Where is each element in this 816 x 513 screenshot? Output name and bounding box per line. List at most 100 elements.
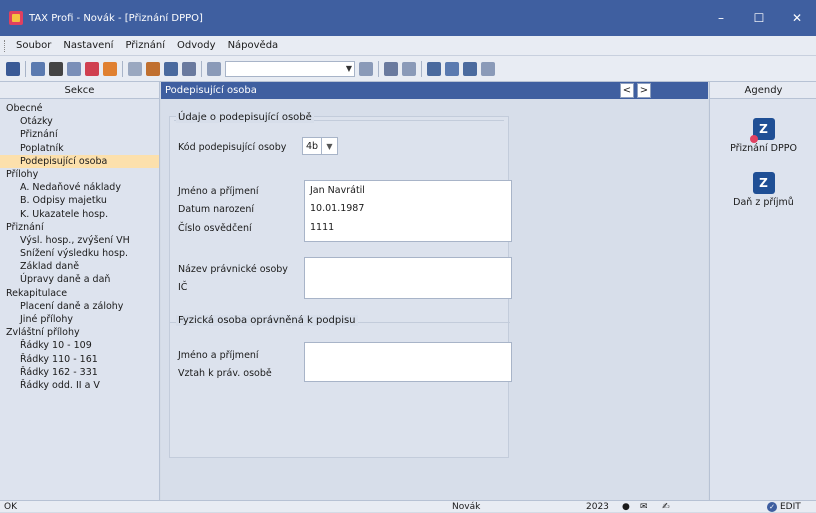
- clipboard-icon[interactable]: [207, 61, 221, 76]
- menu-odvody[interactable]: Odvody: [171, 40, 222, 51]
- mail-icon: ✉: [640, 502, 648, 512]
- form-panel: Podepisující osoba < > Údaje o podepisuj…: [161, 82, 708, 500]
- agendy-header: Agendy: [710, 82, 816, 99]
- agenda-label: Přiznání DPPO: [730, 143, 797, 154]
- window-icon[interactable]: [463, 61, 477, 76]
- status-text: OK: [4, 502, 17, 512]
- menu-grip: [4, 39, 7, 52]
- menu-nastaveni[interactable]: Nastavení: [57, 40, 119, 51]
- agenda-label: Daň z příjmů: [733, 197, 794, 208]
- sekce-item[interactable]: Řádky 10 - 109: [0, 339, 159, 352]
- help-icon[interactable]: [481, 61, 495, 76]
- sekce-item[interactable]: Výsl. hosp., zvýšení VH: [0, 234, 159, 247]
- copy-icon[interactable]: [128, 61, 142, 76]
- sekce-header: Sekce: [0, 82, 159, 99]
- menu-napoveda[interactable]: Nápověda: [222, 40, 285, 51]
- edit-icon[interactable]: [146, 61, 160, 76]
- minimize-button[interactable]: –: [702, 0, 740, 36]
- group-title-fyzicka: Fyzická osoba oprávněná k podpisu: [176, 315, 358, 326]
- preview-icon[interactable]: [67, 61, 81, 76]
- print-icon[interactable]: [49, 61, 63, 76]
- open-icon[interactable]: [31, 61, 45, 76]
- chart-icon[interactable]: [445, 61, 459, 76]
- agenda-dan-z-prijmu[interactable]: Z Daň z příjmů: [710, 172, 816, 208]
- datum-field[interactable]: 10.01.1987: [310, 203, 364, 214]
- jmeno2-label: Jméno a příjmení: [178, 350, 259, 361]
- status-year: 2023: [586, 502, 609, 512]
- kod-value: 4b: [302, 137, 322, 155]
- close-button[interactable]: ✕: [778, 0, 816, 36]
- badge-icon: [749, 135, 758, 143]
- menu-priznani[interactable]: Přiznání: [119, 40, 171, 51]
- cislo-field[interactable]: 1111: [310, 222, 334, 233]
- list-icon[interactable]: [384, 61, 398, 76]
- status-user: Novák: [452, 502, 481, 512]
- sekce-item[interactable]: Přiznání: [0, 128, 159, 141]
- pdf-icon[interactable]: [85, 61, 99, 76]
- prev-button[interactable]: <: [620, 83, 634, 98]
- jmeno-field[interactable]: Jan Navrátil: [310, 185, 365, 196]
- app-icon: [9, 11, 23, 25]
- kod-select[interactable]: 4b ▼: [302, 137, 338, 155]
- new-icon[interactable]: [6, 61, 20, 76]
- income-tax-icon: Z: [752, 172, 775, 194]
- toolbar: ▼: [0, 56, 816, 82]
- toolbar-combo[interactable]: ▼: [225, 60, 355, 77]
- ic-label: IČ: [178, 282, 188, 293]
- chevron-down-icon: ▼: [345, 63, 352, 73]
- sekce-item[interactable]: Řádky 162 - 331: [0, 366, 159, 379]
- calc-icon[interactable]: [164, 61, 178, 76]
- sekce-item[interactable]: Rekapitulace: [0, 287, 159, 300]
- table-icon[interactable]: [182, 61, 196, 76]
- osoba-fields[interactable]: Jan Navrátil 10.01.1987 1111: [304, 180, 512, 242]
- help-circle-icon: ●: [622, 502, 630, 512]
- sekce-item[interactable]: Podepisující osoba: [0, 154, 159, 168]
- group-title-udaje: Údaje o podepisující osobě: [176, 112, 314, 123]
- form-box: Údaje o podepisující osobě Kód podepisuj…: [169, 112, 512, 458]
- edit-indicator: ✓ EDIT: [767, 501, 801, 513]
- toolbar-separator: [122, 60, 123, 77]
- sekce-item[interactable]: Jiné přílohy: [0, 313, 159, 326]
- sekce-item[interactable]: Zvláštní přílohy: [0, 326, 159, 339]
- sekce-item[interactable]: Řádky odd. II a V: [0, 379, 159, 392]
- sekce-item[interactable]: Přiznání: [0, 221, 159, 234]
- next-button[interactable]: >: [637, 83, 651, 98]
- filter-icon[interactable]: [359, 61, 373, 76]
- sekce-item[interactable]: Obecné: [0, 102, 159, 115]
- sekce-item[interactable]: Základ daně: [0, 260, 159, 273]
- sekce-item[interactable]: Snížení výsledku hosp.: [0, 247, 159, 260]
- maximize-button[interactable]: ☐: [740, 0, 778, 36]
- export-icon[interactable]: [103, 61, 117, 76]
- grid-icon[interactable]: [427, 61, 441, 76]
- datum-label: Datum narození: [178, 204, 254, 215]
- sekce-item[interactable]: Úpravy daně a daň: [0, 273, 159, 286]
- sekce-item[interactable]: Poplatník: [0, 142, 159, 155]
- chevron-down-icon[interactable]: ▼: [322, 137, 338, 155]
- agendy-panel: Agendy Z Přiznání DPPO Z Daň z příjmů: [709, 82, 816, 500]
- signature-icon: ✍: [662, 502, 670, 512]
- agenda-priznani-dppo[interactable]: Z Přiznání DPPO: [710, 118, 816, 154]
- kod-label: Kód podepisující osoby: [178, 142, 287, 153]
- sekce-panel: Sekce Obecné Otázky Přiznání Poplatník Podep…: [0, 82, 160, 500]
- sekce-item[interactable]: Přílohy: [0, 168, 159, 181]
- cislo-label: Číslo osvědčení: [178, 223, 252, 234]
- window-title: TAX Profi - Novák - [Přiznání DPPO]: [29, 12, 203, 24]
- status-bar: OK Novák 2023 ● ✉ ✍ ✓ EDIT: [0, 500, 816, 512]
- fyzicka-osoba-fields[interactable]: [304, 342, 512, 382]
- sekce-item[interactable]: A. Nedaňové náklady: [0, 181, 159, 194]
- toolbar-separator: [25, 60, 26, 77]
- sekce-item[interactable]: Otázky: [0, 115, 159, 128]
- sekce-item[interactable]: B. Odpisy majetku: [0, 194, 159, 207]
- edit-status: EDIT: [780, 502, 801, 512]
- sekce-item[interactable]: K. Ukazatele hosp.: [0, 208, 159, 221]
- tax-return-icon: Z: [749, 118, 775, 143]
- toolbar-separator: [201, 60, 202, 77]
- pravnicka-osoba-fields[interactable]: [304, 257, 512, 299]
- menu-bar: Soubor Nastavení Přiznání Odvody Nápověd…: [0, 36, 816, 56]
- calendar-icon[interactable]: [402, 61, 416, 76]
- title-bar: TAX Profi - Novák - [Přiznání DPPO] – ☐ …: [0, 0, 816, 36]
- nazev-label: Název právnické osoby: [178, 264, 288, 275]
- menu-soubor[interactable]: Soubor: [10, 40, 57, 51]
- sekce-item[interactable]: Řádky 110 - 161: [0, 353, 159, 366]
- sekce-item[interactable]: Placení daně a zálohy: [0, 300, 159, 313]
